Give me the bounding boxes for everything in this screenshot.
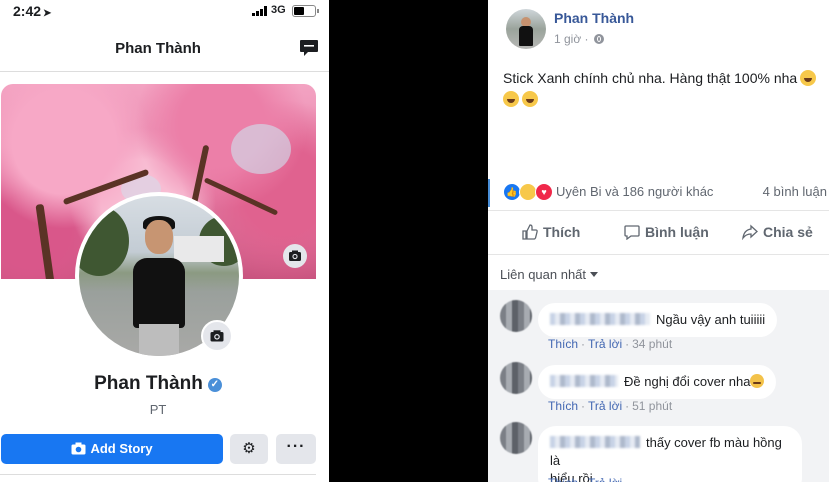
globe-icon <box>593 34 604 44</box>
comment-actions: Thích · Trả lời · 51 phút <box>548 399 673 413</box>
reactions-bar: 👍 ♥ Uyên Bi và 186 người khác 4 bình luậ… <box>488 177 829 211</box>
location-arrow-icon: ➤ <box>43 8 52 19</box>
comment-text: Ngầu vậy anh tuiiiii <box>656 312 766 327</box>
comment-bubble: Đề nghị đổi cover nha <box>538 365 777 399</box>
emoji-icon <box>800 70 817 86</box>
comment-reply-link[interactable]: Trả lời <box>588 476 622 482</box>
comment-like-link[interactable]: Thích <box>548 337 578 351</box>
post-text: Stick Xanh chính chủ nha. Hàng thật 100%… <box>503 70 798 86</box>
comment-like-link[interactable]: Thích <box>548 476 578 482</box>
camera-icon <box>289 250 301 261</box>
profile-name-text: Phan Thành <box>94 373 203 394</box>
messenger-icon[interactable] <box>299 39 319 57</box>
comment-actions: Thích·Trả lời <box>548 476 622 482</box>
post-author-avatar[interactable] <box>506 9 546 49</box>
phone-divider <box>0 474 316 475</box>
reaction-names[interactable]: Uyên Bi và 186 người khác <box>556 184 713 199</box>
love-reaction-icon[interactable]: ♥ <box>535 183 553 201</box>
facebook-post: Phan Thành 1 giờ · Stick Xanh chính chủ … <box>488 0 829 482</box>
emoji-icon <box>522 91 538 107</box>
share-button[interactable]: Chia sẻ <box>742 224 813 240</box>
add-story-button[interactable]: Add Story <box>1 434 223 464</box>
camera-icon <box>71 442 86 455</box>
post-body: Stick Xanh chính chủ nha. Hàng thật 100%… <box>503 68 823 110</box>
status-time: 2:42 ➤ <box>13 3 51 19</box>
like-icon <box>522 224 538 240</box>
like-label: Thích <box>543 224 581 240</box>
signal-icon <box>252 6 268 16</box>
comment-time[interactable]: 34 phút <box>632 337 672 351</box>
comment-time[interactable]: 51 phút <box>632 399 672 413</box>
verified-icon: ✓ <box>207 378 222 392</box>
battery-icon <box>292 5 319 17</box>
comment-like-link[interactable]: Thích <box>548 399 578 413</box>
comment-bubble: thấy cover fb màu hồng là hiểu rồi <box>538 426 802 482</box>
comment-sort-dropdown[interactable]: Liên quan nhất <box>500 267 599 282</box>
comment-button[interactable]: Bình luận <box>624 224 709 240</box>
commenter-avatar[interactable] <box>500 362 532 394</box>
profile-name: Phan Thành ✓ <box>0 373 316 395</box>
phone-profile-screenshot: 2:42 ➤ 3G Phan Thành Phan Thành ✓ PT Add… <box>0 0 329 482</box>
commenter-avatar[interactable] <box>500 422 532 454</box>
status-time-text: 2:42 <box>13 3 42 19</box>
commenter-avatar[interactable] <box>500 300 532 332</box>
comment-reply-link[interactable]: Trả lời <box>588 337 622 351</box>
sort-label: Liên quan nhất <box>500 267 587 282</box>
comments-section: Ngầu vậy anh tuiiiii Thích · Trả lời · 34 ph… <box>488 290 829 482</box>
status-bar: 2:42 ➤ 3G <box>0 0 329 22</box>
more-icon: ··· <box>286 438 306 455</box>
post-action-bar: Thích Bình luận Chia sẻ <box>488 212 829 255</box>
share-label: Chia sẻ <box>763 224 813 240</box>
post-timestamp: 1 giờ · <box>554 32 604 46</box>
avatar-camera-button[interactable] <box>201 320 233 352</box>
more-button[interactable]: ··· <box>276 434 316 464</box>
add-story-label: Add Story <box>90 441 153 456</box>
comment-reply-link[interactable]: Trả lời <box>588 399 622 413</box>
gear-icon: ⚙ <box>242 440 256 457</box>
profile-nickname: PT <box>149 402 167 417</box>
commenter-name[interactable] <box>550 375 618 387</box>
network-type: 3G <box>271 4 286 16</box>
commenter-name[interactable] <box>550 313 650 325</box>
camera-icon <box>210 330 224 342</box>
comment-actions: Thích · Trả lời · 34 phút <box>548 337 673 351</box>
like-button[interactable]: Thích <box>522 224 580 240</box>
nav-title: Phan Thành <box>115 40 201 57</box>
post-time-text[interactable]: 1 giờ <box>554 32 581 46</box>
settings-button[interactable]: ⚙ <box>230 434 268 464</box>
caret-down-icon <box>590 272 599 277</box>
comment-text: Đề nghị đổi cover nha <box>624 374 751 389</box>
focus-line <box>488 179 490 207</box>
share-icon <box>742 224 758 240</box>
emoji-icon <box>503 91 519 107</box>
comment-count[interactable]: 4 bình luận <box>763 184 827 199</box>
cover-camera-button[interactable] <box>283 244 307 268</box>
comment-label: Bình luận <box>645 224 709 240</box>
comment-icon <box>624 225 640 240</box>
nav-divider <box>0 71 329 72</box>
comment-bubble: Ngầu vậy anh tuiiiii <box>538 303 778 337</box>
commenter-name[interactable] <box>550 436 640 448</box>
emoji-icon <box>750 374 765 388</box>
post-author-name[interactable]: Phan Thành <box>554 10 634 26</box>
